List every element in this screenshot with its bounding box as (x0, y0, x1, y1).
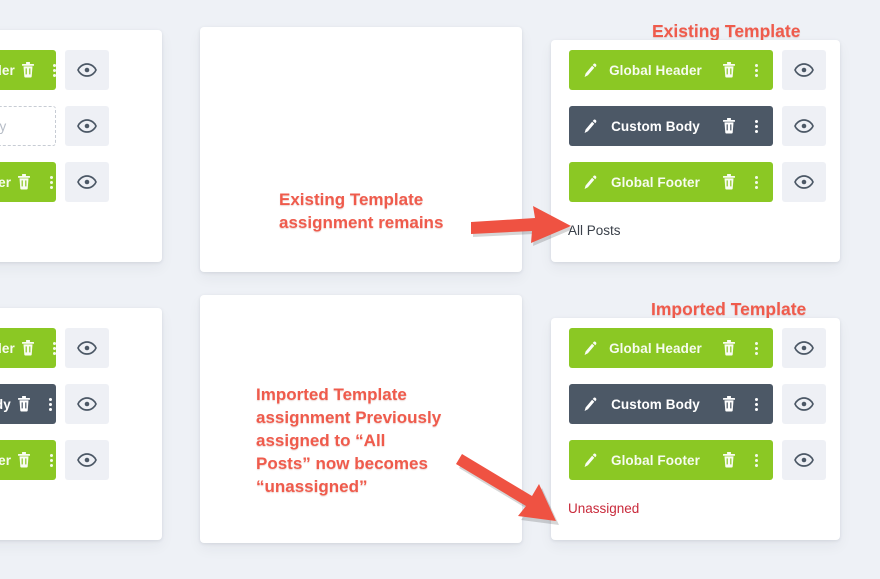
more-options-icon[interactable] (749, 118, 763, 134)
trash-icon[interactable] (17, 452, 31, 468)
module-label: Global Header (0, 62, 15, 78)
trash-icon[interactable] (722, 340, 736, 356)
module-row: Custom Body (569, 384, 826, 424)
module-bar-global-header[interactable]: Global Header (569, 50, 773, 90)
module-label: Custom Body (0, 396, 11, 412)
canvas: Global Header Global Body (0, 0, 880, 579)
arrow-down-right-icon (456, 454, 559, 525)
visibility-toggle[interactable] (782, 328, 826, 368)
module-row: Global Footer (0, 162, 109, 202)
module-label: Global Body (0, 118, 7, 134)
module-bar-custom-body[interactable]: Custom Body (569, 384, 773, 424)
module-bar-global-footer[interactable]: Global Footer (0, 440, 56, 480)
visibility-toggle[interactable] (65, 384, 109, 424)
eye-icon[interactable] (77, 175, 97, 189)
eye-icon[interactable] (794, 119, 814, 133)
module-row: Global Header (0, 328, 109, 368)
visibility-toggle[interactable] (65, 50, 109, 90)
more-options-icon[interactable] (44, 396, 58, 412)
module-label: Global Header (0, 340, 15, 356)
trash-icon[interactable] (722, 452, 736, 468)
visibility-toggle[interactable] (65, 328, 109, 368)
annotation-imported-note: Imported Template assignment Previously … (256, 385, 442, 496)
trash-icon[interactable] (21, 340, 35, 356)
module-row: Global Footer (569, 440, 826, 480)
module-bar-global-footer[interactable]: Global Footer (569, 162, 773, 202)
trash-icon[interactable] (722, 118, 736, 134)
visibility-toggle[interactable] (782, 440, 826, 480)
eye-icon[interactable] (77, 397, 97, 411)
trash-icon[interactable] (17, 174, 31, 190)
visibility-toggle[interactable] (65, 440, 109, 480)
visibility-toggle[interactable] (65, 162, 109, 202)
module-row: Global Header (0, 50, 109, 90)
eye-icon[interactable] (77, 63, 97, 77)
eye-icon[interactable] (77, 119, 97, 133)
more-options-icon[interactable] (44, 452, 58, 468)
eye-icon[interactable] (77, 453, 97, 467)
module-row: Global Header (569, 328, 826, 368)
eye-icon[interactable] (794, 175, 814, 189)
module-bar-global-footer[interactable]: Global Footer (0, 162, 56, 202)
visibility-toggle[interactable] (782, 50, 826, 90)
template-card-existing: Global Header Custom Body Global Footer … (551, 40, 840, 262)
template-card-left-top: Global Header Global Body (0, 30, 162, 262)
visibility-toggle[interactable] (782, 162, 826, 202)
trash-icon[interactable] (722, 396, 736, 412)
more-options-icon[interactable] (749, 62, 763, 78)
more-options-icon[interactable] (48, 62, 62, 78)
eye-icon[interactable] (794, 397, 814, 411)
module-bar-global-footer[interactable]: Global Footer (569, 440, 773, 480)
pencil-icon[interactable] (583, 174, 599, 190)
module-bar-custom-body[interactable]: Custom Body (0, 384, 56, 424)
module-row: Global Footer (0, 440, 109, 480)
more-options-icon[interactable] (48, 340, 62, 356)
module-row: Global Footer (569, 162, 826, 202)
trash-icon[interactable] (722, 62, 736, 78)
arrow-right-icon (471, 206, 573, 246)
module-row: Global Header (569, 50, 826, 90)
module-bar-custom-body[interactable]: Custom Body (569, 106, 773, 146)
module-bar-global-body-placeholder[interactable]: Global Body (0, 106, 56, 146)
more-options-icon[interactable] (749, 340, 763, 356)
pencil-icon[interactable] (583, 62, 599, 78)
annotation-existing-note: Existing Template assignment remains (279, 190, 444, 232)
eye-icon[interactable] (794, 341, 814, 355)
visibility-toggle[interactable] (65, 106, 109, 146)
more-options-icon[interactable] (749, 452, 763, 468)
module-label: Global Footer (0, 452, 12, 468)
visibility-toggle[interactable] (782, 106, 826, 146)
module-row: Custom Body (0, 384, 109, 424)
eye-icon[interactable] (794, 63, 814, 77)
template-card-imported: Global Header Custom Body Global Footer … (551, 318, 840, 540)
trash-icon[interactable] (722, 174, 736, 190)
module-label: Global Footer (0, 174, 12, 190)
template-card-left-bottom: Global Header (0, 308, 162, 540)
trash-icon[interactable] (21, 62, 35, 78)
pencil-icon[interactable] (583, 452, 599, 468)
more-options-icon[interactable] (749, 174, 763, 190)
eye-icon[interactable] (77, 341, 97, 355)
trash-icon[interactable] (17, 396, 31, 412)
eye-icon[interactable] (794, 453, 814, 467)
pencil-icon[interactable] (583, 340, 599, 356)
module-bar-global-header[interactable]: Global Header (0, 328, 57, 368)
module-row: Global Body (0, 106, 109, 146)
more-options-icon[interactable] (749, 396, 763, 412)
module-bar-global-header[interactable]: Global Header (0, 50, 57, 90)
pencil-icon[interactable] (583, 118, 599, 134)
visibility-toggle[interactable] (782, 384, 826, 424)
module-row: Custom Body (569, 106, 826, 146)
pencil-icon[interactable] (583, 396, 599, 412)
more-options-icon[interactable] (44, 174, 58, 190)
module-bar-global-header[interactable]: Global Header (569, 328, 773, 368)
